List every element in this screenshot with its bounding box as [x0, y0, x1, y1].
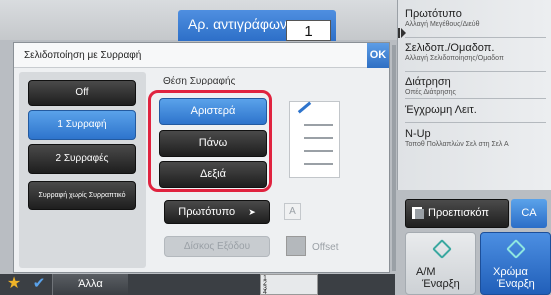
output-tray-button[interactable]: Δίσκος Εξόδου — [164, 236, 270, 257]
staple-off-button[interactable]: Off — [28, 80, 136, 106]
ok-button[interactable]: OK — [367, 43, 389, 68]
right-item-sort[interactable]: Σελιδοπ./Ομαδοπ. Αλλαγή Σελιδοποίησης/Ομ… — [405, 42, 551, 62]
right-item-color-mode[interactable]: Έγχρωμη Λειτ. — [405, 104, 551, 116]
start-icon — [506, 239, 526, 259]
other-button[interactable]: Άλλα — [52, 274, 128, 295]
start-color-line1: Χρώμα — [493, 266, 528, 278]
star-icon[interactable]: ★ — [4, 274, 24, 294]
job-indicator-number: 4 — [263, 289, 267, 295]
divider — [405, 98, 546, 99]
arrow-right-icon: ➤ — [248, 207, 256, 217]
check-icon[interactable]: ✔ — [29, 274, 49, 294]
dialog-title: Σελιδοποίηση με Συρραφή — [24, 50, 142, 61]
job-indicator: 1 2 3 4 — [260, 274, 318, 295]
page-preview — [289, 101, 340, 178]
right-item-title: Σελιδοπ./Ομαδοπ. — [405, 42, 495, 54]
offset-label: Offset — [312, 242, 339, 253]
preview-label: Προεπισκόπ — [428, 207, 489, 219]
right-item-title: Έγχρωμη Λειτ. — [405, 104, 477, 116]
staple-one-button[interactable]: 1 Συρραφή — [28, 110, 136, 140]
preview-line — [304, 150, 333, 152]
preview-line — [304, 137, 333, 139]
right-item-title: N-Up — [405, 128, 431, 140]
copies-input[interactable]: 1 — [286, 20, 331, 41]
divider — [405, 37, 546, 38]
start-icon — [432, 239, 452, 259]
original-button-label: Πρωτότυπο — [178, 206, 236, 218]
start-bw-button[interactable]: A/M Έναρξη — [405, 232, 476, 295]
right-item-subtitle: Τοποθ Πολλαπλών Σελ στη Σελ Α — [405, 141, 509, 148]
preview-line — [304, 124, 333, 126]
dialog-scrollbar[interactable] — [392, 45, 396, 271]
right-item-n-up[interactable]: N-Up Τοποθ Πολλαπλών Σελ στη Σελ Α — [405, 128, 551, 148]
divider — [405, 71, 546, 72]
divider — [405, 122, 546, 123]
original-button[interactable]: Πρωτότυπο ➤ — [164, 200, 270, 224]
a-button[interactable]: A — [284, 203, 301, 220]
right-item-subtitle: Αλλαγή Μεγέθους/Διεύθ — [405, 21, 480, 28]
position-top-button[interactable]: Πάνω — [159, 130, 267, 157]
staple-two-button[interactable]: 2 Συρραφές — [28, 144, 136, 174]
start-color-line2: Έναρξη — [497, 278, 535, 290]
right-item-original[interactable]: Πρωτότυπο Αλλαγή Μεγέθους/Διεύθ — [405, 8, 551, 28]
start-color-button[interactable]: Χρώμα Έναρξη — [480, 232, 551, 295]
offset-checkbox[interactable] — [286, 236, 306, 256]
start-bw-line2: Έναρξη — [422, 278, 460, 290]
staple-options-panel: Off 1 Συρραφή 2 Συρραφές Συρραφή χωρίς Σ… — [19, 72, 146, 268]
position-right-button[interactable]: Δεξιά — [159, 161, 267, 188]
ca-button[interactable]: CA — [511, 199, 547, 228]
start-bw-line1: A/M — [416, 266, 436, 278]
copies-label: Αρ. αντιγράφων — [188, 16, 287, 32]
staple-position-label: Θέση Συρραφής — [163, 76, 236, 85]
right-item-punch[interactable]: Διάτρηση Οπές Διάτρησης — [405, 76, 551, 96]
position-left-button[interactable]: Αριστερά — [159, 98, 267, 125]
stapleless-button[interactable]: Συρραφή χωρίς Συρραπτικό — [28, 181, 136, 210]
right-item-subtitle: Οπές Διάτρησης — [405, 89, 456, 96]
preview-line — [304, 163, 333, 165]
preview-icon — [412, 207, 424, 219]
right-item-title: Διάτρηση — [405, 76, 451, 88]
right-item-title: Πρωτότυπο — [405, 8, 462, 20]
right-item-subtitle: Αλλαγή Σελιδοποίησης/Ομαδοπ — [405, 55, 504, 62]
